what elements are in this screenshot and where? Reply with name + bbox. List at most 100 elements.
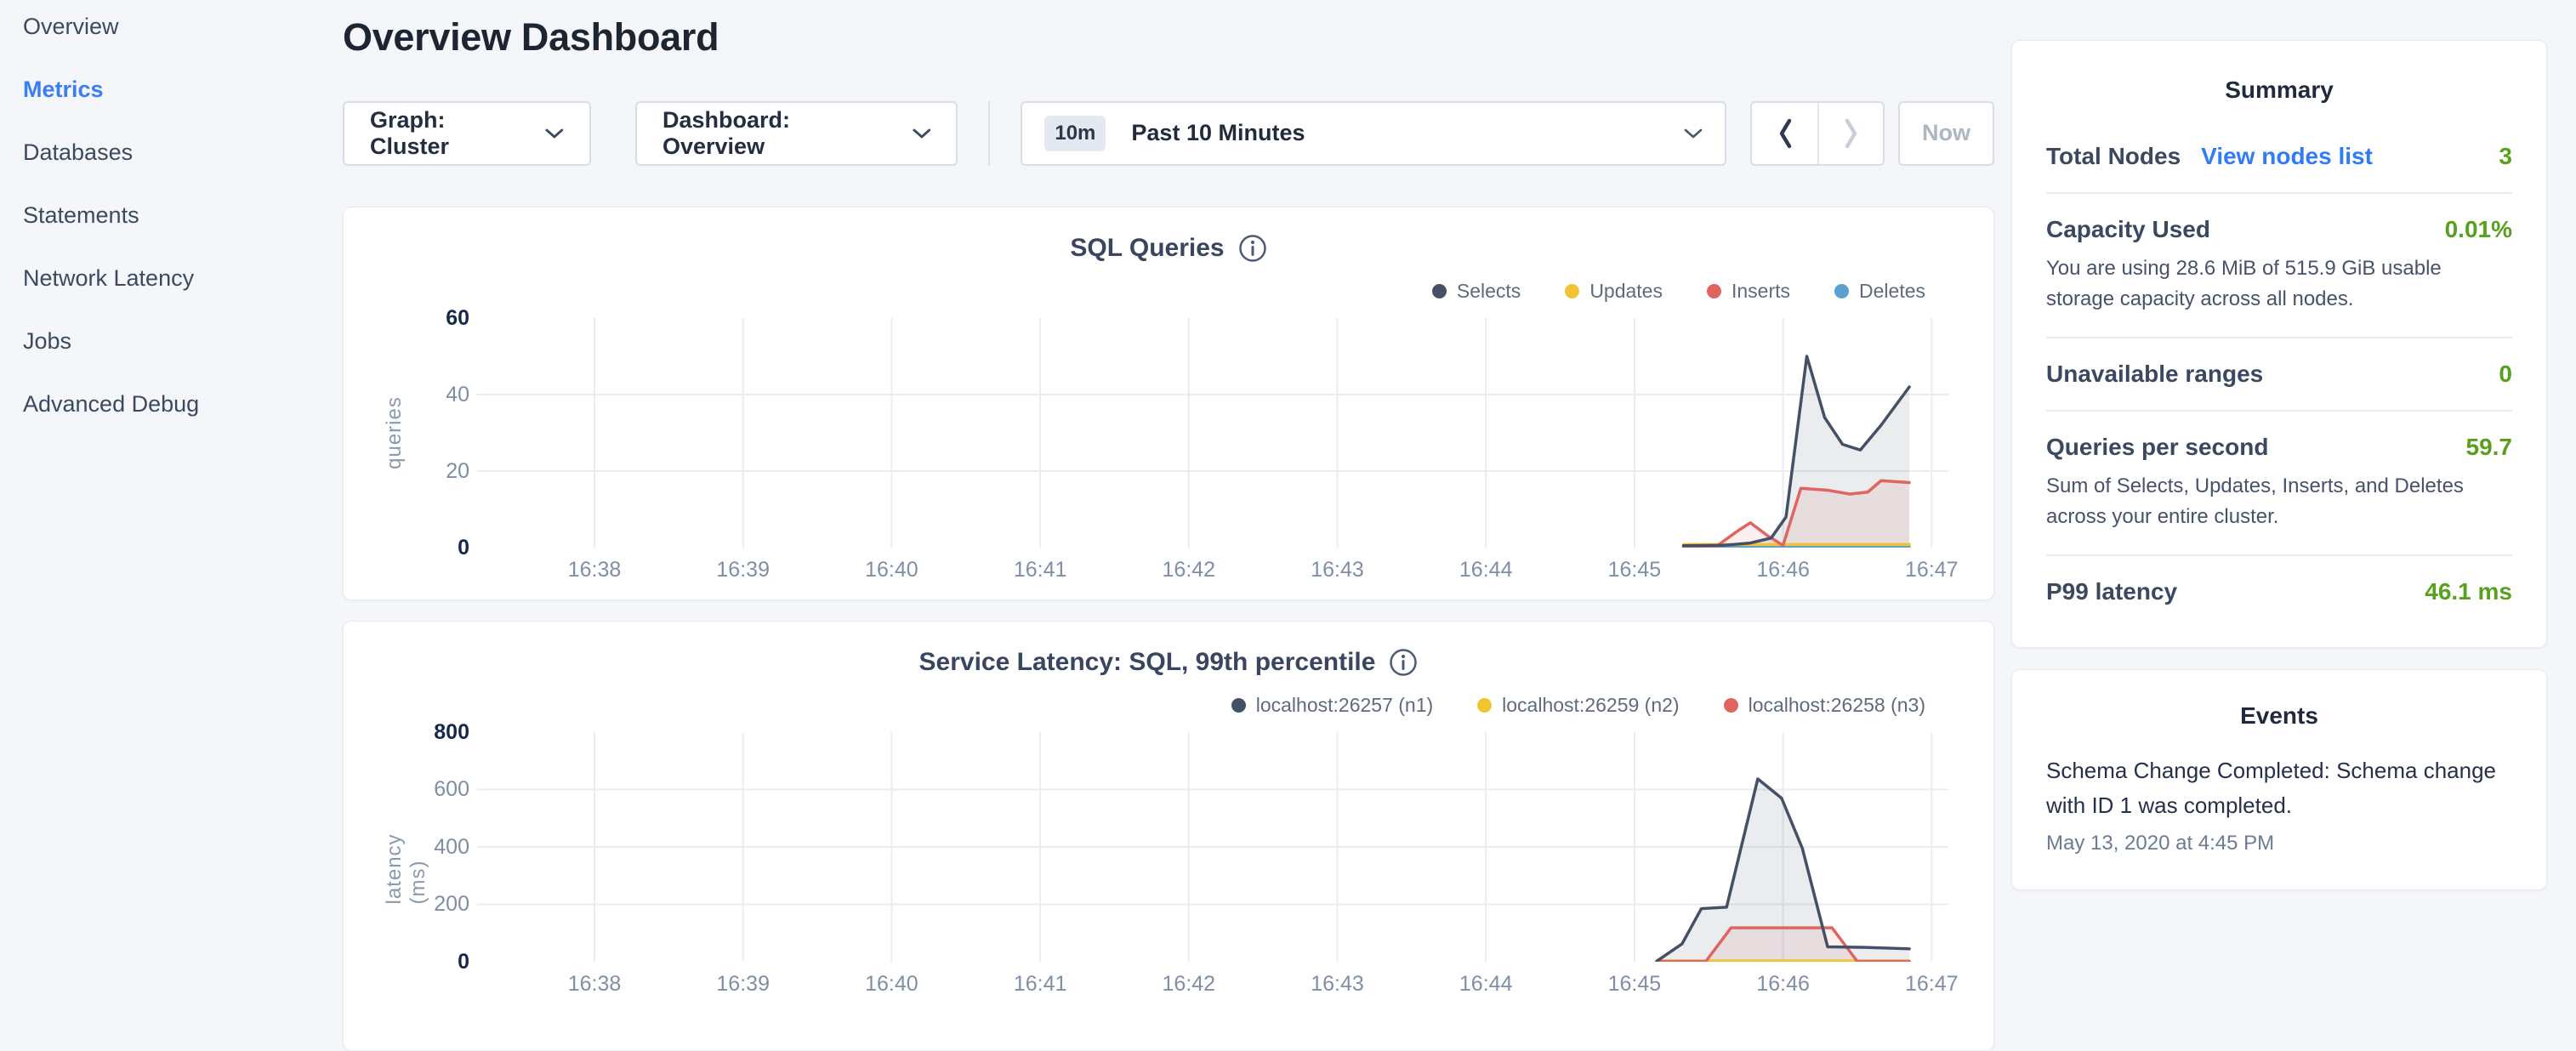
dashboard-dropdown[interactable]: Dashboard: Overview (635, 101, 958, 166)
legend-item: Selects (1432, 280, 1521, 303)
legend-label: localhost:26257 (n1) (1256, 694, 1433, 717)
summary-value: 59.7 (2466, 434, 2513, 461)
legend-item: localhost:26257 (n1) (1231, 694, 1433, 717)
x-tick: 16:46 (1756, 558, 1810, 582)
sidebar-item-jobs[interactable]: Jobs (23, 328, 343, 355)
y-tick: 0 (458, 535, 469, 560)
x-tick: 16:38 (568, 558, 622, 582)
summary-label: Unavailable ranges (2046, 361, 2263, 388)
x-tick: 16:44 (1459, 972, 1513, 997)
x-tick: 16:41 (1014, 972, 1067, 997)
summary-panel: Summary Total Nodes View nodes list 3 Ca… (2011, 40, 2547, 648)
time-step-back-button[interactable] (1752, 103, 1817, 164)
legend-item: Inserts (1707, 280, 1790, 303)
x-tick: 16:45 (1608, 558, 1662, 582)
time-step-buttons (1750, 101, 1885, 166)
info-icon[interactable] (1238, 234, 1267, 263)
events-panel: Events Schema Change Completed: Schema c… (2011, 669, 2547, 890)
service-latency-chart-card: Service Latency: SQL, 99th percentile lo… (343, 621, 1994, 1051)
y-axis-ticks: 60 40 20 0 (395, 305, 469, 560)
legend-label: Selects (1457, 280, 1521, 303)
graph-dropdown-label: Graph: Cluster (370, 107, 528, 160)
time-range-selector[interactable]: 10m Past 10 Minutes (1021, 101, 1726, 166)
x-tick: 16:44 (1459, 558, 1513, 582)
time-step-forward-button[interactable] (1817, 103, 1883, 164)
chevron-down-icon (913, 128, 931, 139)
x-tick: 16:40 (865, 972, 918, 997)
chart-title: SQL Queries (1070, 234, 1224, 263)
legend-dot (1834, 284, 1849, 298)
page-title: Overview Dashboard (343, 15, 1994, 60)
event-text: Schema Change Completed: Schema change w… (2046, 753, 2512, 823)
sidebar-item-metrics[interactable]: Metrics (23, 77, 343, 103)
chart-legend: Selects Updates Inserts Deletes (344, 277, 1993, 306)
chart-legend: localhost:26257 (n1) localhost:26259 (n2… (344, 691, 1993, 720)
controls-bar: Graph: Cluster Dashboard: Overview 10m P… (343, 100, 1994, 167)
app-root: Overview Metrics Databases Statements Ne… (0, 0, 2576, 1051)
x-tick: 16:41 (1014, 558, 1067, 582)
legend-dot (1565, 284, 1579, 298)
chart-title: Service Latency: SQL, 99th percentile (919, 648, 1376, 677)
summary-label: Queries per second (2046, 434, 2268, 461)
time-range-label: Past 10 Minutes (1131, 120, 1684, 146)
time-range-chip: 10m (1044, 116, 1106, 151)
chevron-right-icon (1843, 117, 1860, 150)
chevron-down-icon (545, 128, 564, 139)
graph-dropdown[interactable]: Graph: Cluster (343, 101, 591, 166)
summary-value: 3 (2499, 143, 2512, 170)
summary-label: Total Nodes (2046, 143, 2181, 170)
legend-item: localhost:26259 (n2) (1477, 694, 1679, 717)
sidebar-item-overview[interactable]: Overview (23, 14, 343, 40)
summary-row-capacity-used: Capacity Used 0.01% You are using 28.6 M… (2046, 194, 2512, 338)
now-button[interactable]: Now (1898, 101, 1994, 166)
summary-heading: Summary (2046, 77, 2512, 104)
y-tick: 600 (434, 776, 469, 802)
y-tick: 40 (446, 382, 469, 407)
legend-dot (1707, 284, 1721, 298)
main-content: Overview Dashboard Graph: Cluster Dashbo… (343, 0, 1994, 1051)
x-axis-ticks: 16:38 16:39 16:40 16:41 16:42 16:43 16:4… (477, 558, 1948, 587)
info-icon[interactable] (1389, 648, 1418, 677)
summary-value: 0.01% (2445, 216, 2512, 243)
y-tick: 20 (446, 458, 469, 484)
sidebar-item-advanced-debug[interactable]: Advanced Debug (23, 391, 343, 418)
summary-value: 46.1 ms (2425, 578, 2512, 605)
legend-dot (1231, 698, 1246, 713)
x-tick: 16:42 (1163, 558, 1216, 582)
sql-queries-plot[interactable] (477, 318, 1948, 548)
summary-row-p99-latency: P99 latency 46.1 ms (2046, 556, 2512, 628)
x-tick: 16:38 (568, 972, 622, 997)
view-nodes-list-link[interactable]: View nodes list (2201, 143, 2373, 170)
x-tick: 16:39 (716, 558, 770, 582)
x-axis-ticks: 16:38 16:39 16:40 16:41 16:42 16:43 16:4… (477, 972, 1948, 1001)
sidebar: Overview Metrics Databases Statements Ne… (0, 0, 343, 1051)
x-tick: 16:40 (865, 558, 918, 582)
y-tick: 200 (434, 891, 469, 917)
summary-description: Sum of Selects, Updates, Inserts, and De… (2046, 471, 2512, 532)
sidebar-item-databases[interactable]: Databases (23, 139, 343, 166)
legend-dot (1432, 284, 1447, 298)
right-sidebar: Summary Total Nodes View nodes list 3 Ca… (2011, 0, 2547, 1051)
x-tick: 16:47 (1905, 972, 1959, 997)
summary-row-total-nodes: Total Nodes View nodes list 3 (2046, 121, 2512, 194)
sql-queries-chart-card: SQL Queries Selects Updates Inserts Dele… (343, 207, 1994, 600)
y-tick: 60 (446, 305, 469, 331)
legend-label: Deletes (1859, 280, 1925, 303)
legend-item: Deletes (1834, 280, 1925, 303)
x-tick: 16:45 (1608, 972, 1662, 997)
x-tick: 16:43 (1311, 558, 1364, 582)
y-tick: 400 (434, 834, 469, 860)
y-tick: 800 (434, 719, 469, 745)
summary-label: Capacity Used (2046, 216, 2210, 243)
x-tick: 16:46 (1756, 972, 1810, 997)
sidebar-item-network-latency[interactable]: Network Latency (23, 265, 343, 292)
legend-dot (1477, 698, 1492, 713)
service-latency-plot[interactable] (477, 732, 1948, 962)
sidebar-item-statements[interactable]: Statements (23, 202, 343, 229)
legend-label: localhost:26258 (n3) (1749, 694, 1925, 717)
summary-row-unavailable-ranges: Unavailable ranges 0 (2046, 338, 2512, 412)
dashboard-dropdown-label: Dashboard: Overview (662, 107, 896, 160)
chevron-left-icon (1777, 117, 1794, 150)
summary-description: You are using 28.6 MiB of 515.9 GiB usab… (2046, 253, 2512, 315)
event-timestamp: May 13, 2020 at 4:45 PM (2046, 832, 2512, 855)
